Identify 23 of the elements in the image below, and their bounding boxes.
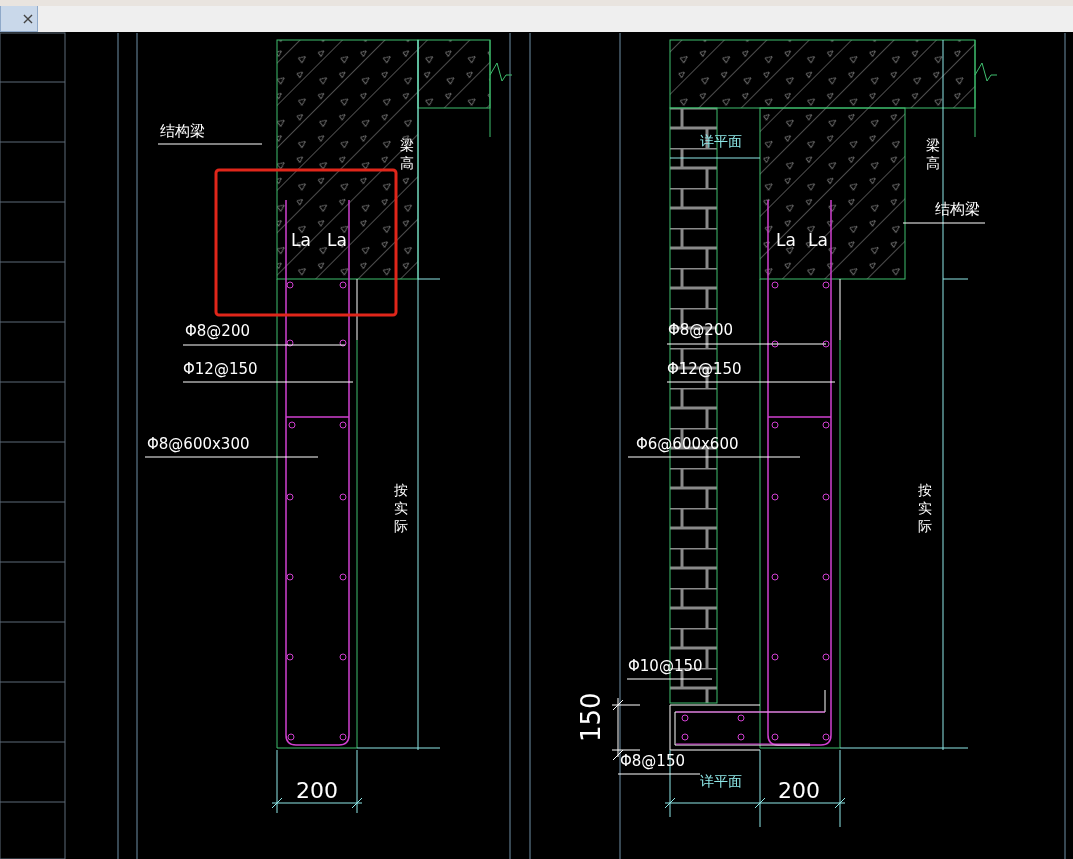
vertical-note: 梁高 <box>926 137 940 171</box>
rebar-label: Φ6@600x600 <box>636 435 739 453</box>
vertical-note: 按实际 <box>394 482 408 534</box>
dimension-value: 200 <box>296 778 338 803</box>
rebar-label: Φ8@600x300 <box>147 435 250 453</box>
rebar-label: Φ12@150 <box>667 360 742 378</box>
rebar-label: Φ8@200 <box>668 321 733 339</box>
vertical-note: 梁高 <box>400 137 414 171</box>
rebar-label: Φ8@150 <box>620 752 685 770</box>
anchorage-label: La <box>291 230 311 250</box>
rebar-label: Φ10@150 <box>628 657 703 675</box>
anchorage-label: La <box>776 230 796 250</box>
rebar-label: Φ8@200 <box>185 322 250 340</box>
rebar-label: 结构梁 <box>935 200 980 218</box>
rebar-label: 结构梁 <box>160 122 205 140</box>
dimension-value: 200 <box>778 778 820 803</box>
anchorage-label: La <box>808 230 828 250</box>
vertical-note: 按实际 <box>918 482 932 534</box>
reference-note: 详平面 <box>700 773 742 789</box>
dimension-value: 150 <box>576 692 606 742</box>
rebar-label: Φ12@150 <box>183 360 258 378</box>
close-tab-button[interactable]: × <box>0 6 38 32</box>
anchorage-label: La <box>327 230 347 250</box>
